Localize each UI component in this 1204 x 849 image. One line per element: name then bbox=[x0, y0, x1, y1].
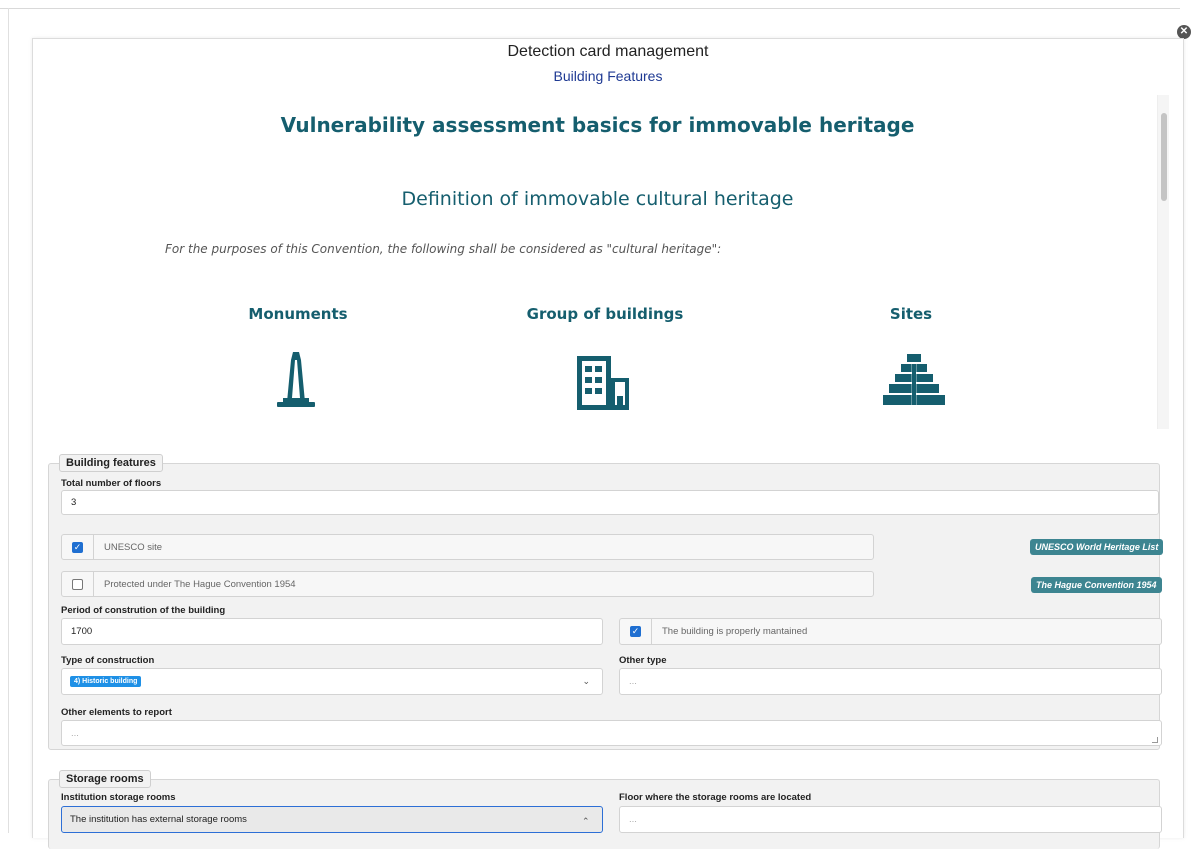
unesco-label: UNESCO site bbox=[104, 541, 163, 553]
storage-floor-input[interactable]: ... bbox=[619, 806, 1162, 833]
construction-type-chip: 4) Historic building bbox=[70, 676, 142, 687]
storage-rooms-fieldset: Storage rooms Institution storage rooms … bbox=[48, 770, 1162, 849]
category-groups-label: Group of buildings bbox=[526, 305, 684, 323]
other-elements-textarea[interactable]: ... bbox=[61, 720, 1162, 746]
other-type-input[interactable]: ... bbox=[619, 668, 1162, 695]
maintained-label: The building is properly mantained bbox=[662, 626, 808, 637]
category-monuments-label: Monuments bbox=[248, 305, 348, 323]
other-elements-label: Other elements to report bbox=[61, 707, 172, 718]
building-features-legend: Building features bbox=[59, 454, 163, 472]
other-type-label: Other type bbox=[619, 655, 667, 666]
close-icon[interactable]: ✕ bbox=[1177, 25, 1191, 39]
period-input[interactable]: 1700 bbox=[61, 618, 603, 645]
info-scrollbar[interactable] bbox=[1157, 95, 1169, 429]
detection-card-modal: Detection card management Building Featu… bbox=[32, 38, 1184, 849]
modal-title: Detection card management bbox=[507, 43, 709, 60]
info-heading: Vulnerability assessment basics for immo… bbox=[280, 113, 915, 137]
other-elements-placeholder: ... bbox=[71, 727, 79, 739]
period-label: Period of constrution of the building bbox=[61, 605, 226, 616]
construction-type-select[interactable]: 4) Historic building ⌄ bbox=[61, 668, 603, 695]
floors-label: Total number of floors bbox=[61, 478, 162, 489]
construction-type-label: Type of construction bbox=[61, 655, 155, 666]
storage-rooms-legend: Storage rooms bbox=[59, 770, 151, 788]
backdrop-edge bbox=[8, 8, 9, 833]
institution-storage-select[interactable]: The institution has external storage roo… bbox=[61, 806, 603, 833]
backdrop-divider bbox=[0, 8, 1180, 9]
site-pyramid-icon bbox=[883, 354, 945, 405]
unesco-checkbox-cell[interactable]: ✓ bbox=[62, 535, 94, 559]
hague-convention-button[interactable]: The Hague Convention 1954 bbox=[1031, 577, 1162, 593]
definition-heading: Definition of immovable cultural heritag… bbox=[401, 188, 794, 210]
buildings-icon bbox=[577, 356, 629, 410]
maintained-checkbox[interactable]: ✓ bbox=[630, 626, 641, 637]
maintained-checkbox-cell[interactable]: ✓ bbox=[620, 619, 652, 644]
storage-floor-label: Floor where the storage rooms are locate… bbox=[619, 792, 812, 803]
building-features-fieldset: Building features Total number of floors… bbox=[48, 454, 1164, 750]
monument-icon bbox=[277, 352, 315, 407]
hague-checkbox-cell[interactable] bbox=[62, 572, 94, 596]
maintained-checkbox-row[interactable]: ✓ The building is properly mantained bbox=[619, 618, 1162, 645]
hague-label: Protected under The Hague Convention 195… bbox=[104, 578, 296, 590]
scrollbar-thumb[interactable] bbox=[1161, 113, 1167, 201]
unesco-checkbox-row[interactable]: ✓ UNESCO site bbox=[61, 534, 874, 560]
modal-subtitle: Building Features bbox=[553, 68, 663, 84]
heritage-info-panel: Vulnerability assessment basics for immo… bbox=[35, 93, 1175, 429]
unesco-checkbox[interactable]: ✓ bbox=[72, 541, 83, 553]
institution-storage-label: Institution storage rooms bbox=[61, 792, 176, 803]
chevron-down-icon: ⌄ bbox=[582, 675, 590, 686]
unesco-list-button[interactable]: UNESCO World Heritage List bbox=[1030, 539, 1164, 555]
definition-intro: For the purposes of this Convention, the… bbox=[165, 242, 722, 256]
hague-checkbox-row[interactable]: Protected under The Hague Convention 195… bbox=[61, 571, 874, 597]
chevron-up-icon: ⌄ bbox=[582, 815, 590, 825]
category-sites-label: Sites bbox=[889, 305, 933, 323]
resize-handle-icon[interactable] bbox=[1152, 737, 1158, 743]
floors-input[interactable]: 3 bbox=[61, 490, 1159, 515]
institution-storage-value: The institution has external storage roo… bbox=[70, 814, 247, 825]
hague-checkbox[interactable] bbox=[72, 578, 83, 590]
